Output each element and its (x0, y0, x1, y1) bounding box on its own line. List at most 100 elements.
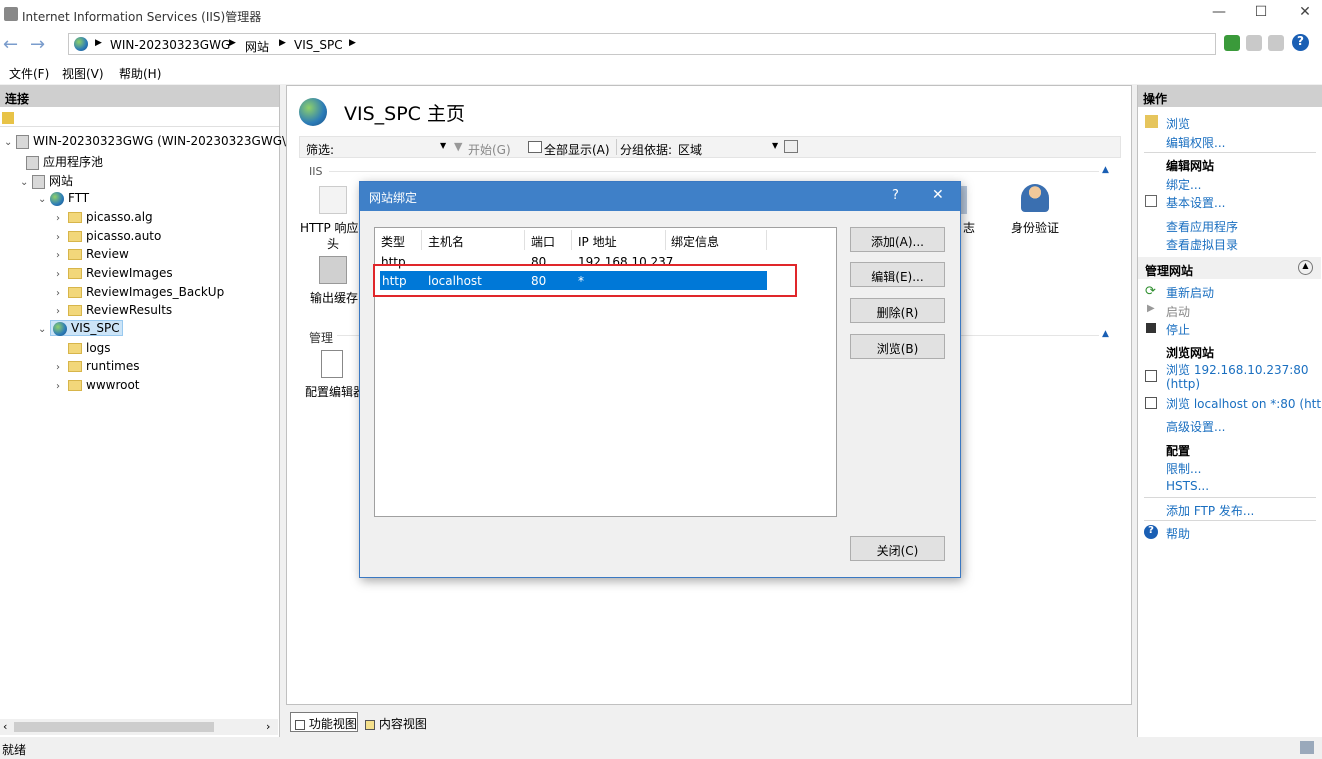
collapse-section-icon[interactable]: ▲ (1102, 329, 1109, 339)
column-header-type[interactable]: 类型 (381, 233, 405, 250)
collapse-icon[interactable]: ⌄ (38, 324, 50, 335)
help-icon[interactable]: ? (1292, 34, 1309, 51)
action-hsts[interactable]: HSTS... (1166, 479, 1209, 493)
stop-icon[interactable] (1246, 35, 1262, 51)
tree-folder[interactable]: › Review (56, 247, 129, 266)
menu-bar: 文件(F) 视图(V) 帮助(H) (0, 60, 1322, 84)
expand-icon[interactable]: › (56, 213, 68, 224)
action-edit-permissions[interactable]: 编辑权限... (1166, 134, 1225, 151)
expand-icon[interactable]: › (56, 269, 68, 280)
action-view-vdirs[interactable]: 查看虚拟目录 (1166, 236, 1238, 253)
menu-view[interactable]: 视图(V) (62, 65, 104, 82)
action-advanced-settings[interactable]: 高级设置... (1166, 418, 1225, 435)
browse-button[interactable]: 浏览(B) (850, 334, 945, 359)
authentication-label[interactable]: 身份验证 (1011, 219, 1059, 236)
address-field[interactable]: ▶ WIN-20230323GWG ▶ 网站 ▶ VIS_SPC ▶ (68, 33, 1216, 55)
column-header-port[interactable]: 端口 (531, 233, 555, 250)
action-start[interactable]: 启动 (1166, 303, 1190, 320)
collapse-icon[interactable]: ⌄ (20, 177, 32, 188)
action-browse[interactable]: 浏览 (1166, 115, 1190, 132)
tree-app-pools[interactable]: 应用程序池 (26, 153, 103, 172)
breadcrumb-server[interactable]: WIN-20230323GWG (110, 38, 230, 52)
tree-ftt[interactable]: ⌄ FTT (38, 191, 89, 210)
action-help[interactable]: 帮助 (1166, 525, 1190, 542)
action-browse-localhost[interactable]: 浏览 localhost on *:80 (http) (1166, 395, 1322, 412)
expand-icon[interactable]: › (56, 362, 68, 373)
tree-sites[interactable]: ⌄ 网站 (20, 172, 73, 191)
action-browse-ip[interactable]: 浏览 192.168.10.237:80 (1166, 361, 1309, 378)
server-icon (16, 134, 29, 149)
tab-content-view[interactable]: 内容视图 (363, 712, 433, 732)
refresh-icon[interactable] (1224, 35, 1240, 51)
dialog-help-button[interactable]: ? (892, 188, 899, 203)
logging-label[interactable]: 志 (963, 219, 975, 236)
tree-folder[interactable]: logs (68, 341, 111, 360)
home-icon[interactable] (1268, 35, 1284, 51)
column-header-info[interactable]: 绑定信息 (671, 233, 719, 250)
tree-vis-spc[interactable]: ⌄ VIS_SPC (38, 320, 123, 340)
group-select[interactable]: 区域 (678, 141, 702, 158)
column-header-host[interactable]: 主机名 (428, 233, 464, 250)
expand-icon[interactable]: › (56, 250, 68, 261)
add-button[interactable]: 添加(A)... (850, 227, 945, 252)
edit-button[interactable]: 编辑(E)... (850, 262, 945, 287)
connect-icon[interactable] (2, 112, 14, 124)
expand-icon[interactable]: › (56, 232, 68, 243)
tab-features-view[interactable]: 功能视图 (290, 712, 358, 732)
expand-icon[interactable]: › (56, 381, 68, 392)
output-cache-label[interactable]: 输出缓存 (310, 289, 358, 306)
close-window-button[interactable]: ✕ (1290, 4, 1320, 24)
horizontal-scrollbar[interactable]: ‹ › (0, 719, 278, 735)
action-bindings[interactable]: 绑定... (1166, 176, 1201, 193)
dialog-close-button[interactable]: ✕ (932, 187, 944, 203)
close-button[interactable]: 关闭(C) (850, 536, 945, 561)
forward-arrow-icon[interactable]: → (30, 34, 45, 55)
config-editor-label[interactable]: 配置编辑器 (305, 383, 365, 400)
tree-folder[interactable]: › ReviewImages (56, 266, 173, 285)
scroll-right-icon[interactable]: › (266, 720, 270, 733)
tree-folder[interactable]: › runtimes (56, 359, 140, 378)
action-restart[interactable]: 重新启动 (1166, 284, 1214, 301)
output-cache-icon[interactable] (319, 256, 347, 284)
action-view-apps[interactable]: 查看应用程序 (1166, 218, 1238, 235)
collapse-circle-icon[interactable]: ▲ (1298, 260, 1313, 275)
http-response-headers-label-2[interactable]: 头 (327, 235, 339, 252)
breadcrumb-site[interactable]: VIS_SPC (294, 38, 343, 52)
scroll-left-icon[interactable]: ‹ (3, 720, 7, 733)
tree-folder[interactable]: › ReviewImages_BackUp (56, 285, 224, 304)
scrollbar-thumb[interactable] (14, 722, 214, 732)
tree-folder[interactable]: › wwwroot (56, 378, 140, 397)
delete-button[interactable]: 删除(R) (850, 298, 945, 323)
filter-input[interactable] (338, 139, 448, 156)
action-add-ftp[interactable]: 添加 FTP 发布... (1166, 502, 1254, 519)
start-button[interactable]: 开始(G) (468, 141, 511, 158)
back-arrow-icon[interactable]: ← (3, 34, 18, 55)
connections-header: 连接 (0, 85, 279, 107)
menu-file[interactable]: 文件(F) (9, 65, 49, 82)
menu-help[interactable]: 帮助(H) (119, 65, 161, 82)
http-response-headers-icon[interactable] (319, 186, 347, 214)
tree-folder[interactable]: › picasso.alg (56, 210, 153, 229)
collapse-section-icon[interactable]: ▲ (1102, 165, 1109, 175)
group-dropdown-icon[interactable]: ▼ (772, 141, 778, 150)
minimize-button[interactable]: — (1204, 4, 1234, 24)
action-basic-settings[interactable]: 基本设置... (1166, 194, 1225, 211)
action-limits[interactable]: 限制... (1166, 460, 1201, 477)
authentication-icon[interactable] (1021, 184, 1049, 212)
action-stop[interactable]: 停止 (1166, 321, 1190, 338)
collapse-icon[interactable]: ⌄ (4, 137, 16, 148)
tree-folder[interactable]: › picasso.auto (56, 229, 161, 248)
collapse-icon[interactable]: ⌄ (38, 194, 50, 205)
view-mode-icon[interactable] (784, 140, 798, 153)
column-header-ip[interactable]: IP 地址 (578, 233, 617, 250)
expand-icon[interactable]: › (56, 288, 68, 299)
show-all-button[interactable]: 全部显示(A) (544, 141, 610, 158)
config-editor-icon[interactable] (321, 350, 343, 378)
maximize-button[interactable]: ☐ (1246, 4, 1276, 24)
filter-dropdown-icon[interactable]: ▼ (440, 141, 446, 150)
action-browse-ip-protocol[interactable]: (http) (1166, 377, 1200, 391)
navigation-bar: ← → ▶ WIN-20230323GWG ▶ 网站 ▶ VIS_SPC ▶ ? (0, 30, 1322, 60)
tree-server[interactable]: ⌄ WIN-20230323GWG (WIN-20230323GWG\Ac (4, 134, 301, 153)
breadcrumb-sites[interactable]: 网站 (245, 38, 269, 55)
expand-icon[interactable]: › (56, 306, 68, 317)
